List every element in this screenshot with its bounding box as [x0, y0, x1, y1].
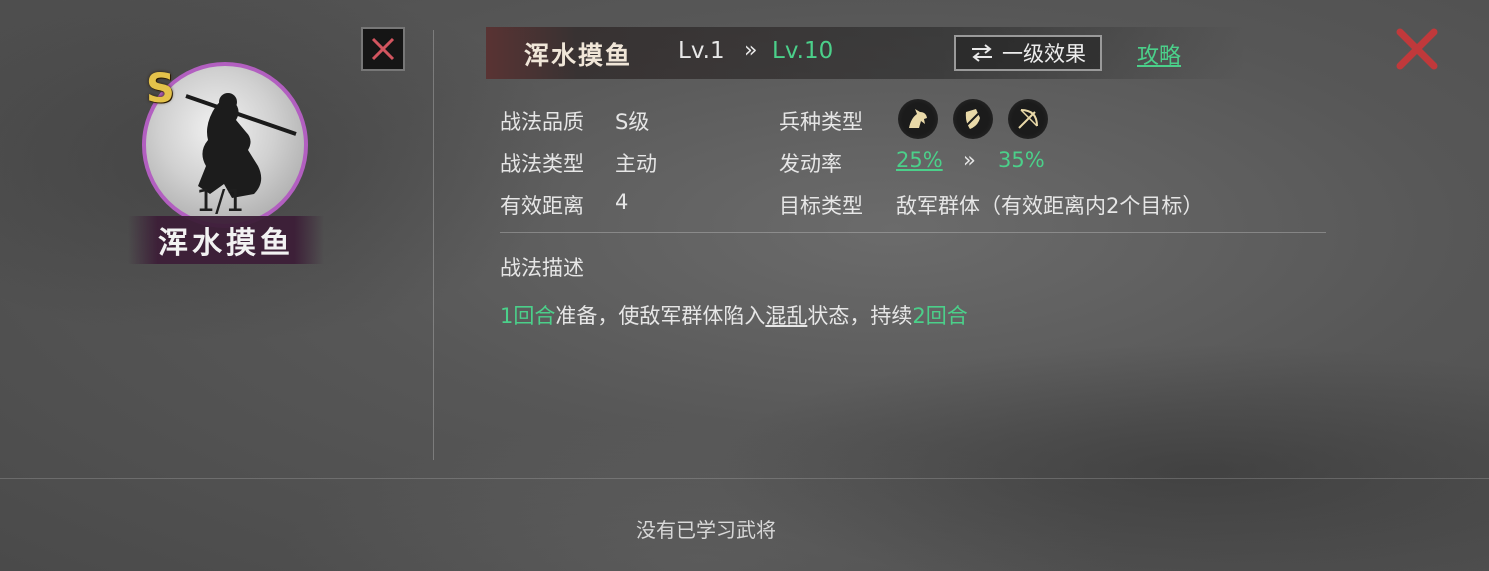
type-label: 战法类型	[500, 152, 584, 176]
level-effect-toggle-button[interactable]: 一级效果	[954, 35, 1102, 71]
archer-icon	[1008, 99, 1048, 139]
skill-name-banner: 浑水摸鱼	[128, 216, 324, 264]
level-arrow: »	[744, 38, 758, 63]
level-from: Lv.1	[678, 38, 725, 64]
close-icon	[371, 37, 395, 61]
skill-description: 1回合准备，使敌军群体陷入混乱状态，持续2回合	[500, 300, 968, 330]
close-button[interactable]	[1394, 26, 1440, 72]
description-duration: 2回合	[912, 304, 968, 328]
cavalry-icon	[898, 99, 938, 139]
level-to: Lv.10	[772, 38, 834, 64]
type-value: 主动	[615, 152, 657, 176]
status-chaos-link[interactable]: 混乱	[765, 304, 807, 328]
range-label: 有效距离	[500, 194, 584, 218]
trigger-rate-to: 35%	[998, 148, 1045, 172]
target-type-value: 敌军群体（有效距离内2个目标）	[896, 194, 1204, 218]
trigger-rate-arrow: »	[963, 148, 976, 172]
level-effect-label: 一级效果	[1002, 42, 1086, 66]
trigger-rate-label: 发动率	[779, 152, 842, 176]
skill-name-label: 浑水摸鱼	[158, 226, 294, 261]
panel-divider-bottom	[0, 478, 1489, 479]
grade-badge: S	[146, 66, 175, 112]
skill-count: 1/1	[196, 184, 245, 219]
target-type-label: 目标类型	[779, 194, 863, 218]
description-text-1: 准备，使敌军群体陷入	[555, 304, 766, 328]
range-value: 4	[615, 190, 629, 214]
no-learned-generals-text: 没有已学习武将	[636, 518, 776, 542]
panel-divider-vertical	[433, 30, 434, 460]
section-divider	[500, 232, 1326, 233]
troop-type-label: 兵种类型	[779, 110, 863, 134]
trigger-rate-from: 25%	[896, 148, 943, 172]
swap-arrows-icon	[972, 44, 992, 62]
guide-link[interactable]: 攻略	[1137, 38, 1181, 70]
description-prep-turns: 1回合	[500, 304, 556, 328]
unequip-button[interactable]	[361, 27, 405, 71]
description-text-2: 状态，持续	[807, 304, 913, 328]
quality-value: S级	[615, 110, 650, 134]
header-skill-name: 浑水摸鱼	[524, 41, 633, 70]
shield-icon	[953, 99, 993, 139]
description-title: 战法描述	[500, 256, 584, 280]
close-icon	[1396, 28, 1438, 70]
quality-label: 战法品质	[500, 110, 584, 134]
